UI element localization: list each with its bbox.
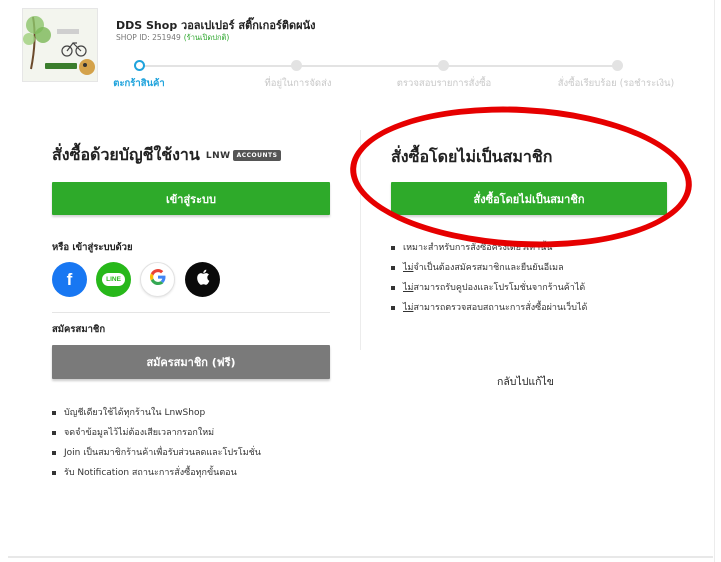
annotation-ellipse bbox=[346, 98, 696, 256]
step-dot-review bbox=[438, 60, 449, 71]
list-item: ไม่สามารถตรวจสอบสถานะการสั่งซื้อผ่านเว็บ… bbox=[391, 298, 587, 318]
step-label-address: ที่อยู่ในการจัดส่ง bbox=[264, 78, 332, 89]
member-benefits-list: บัญชีเดียวใช้ได้ทุกร้านใน LnwShop จดจำข้… bbox=[52, 403, 261, 483]
page-right-border bbox=[714, 0, 715, 562]
step-label-cart[interactable]: ตะกร้าสินค้า bbox=[113, 76, 164, 91]
guest-checkout-button[interactable]: สั่งซื้อโดยไม่เป็นสมาชิก bbox=[391, 182, 667, 215]
list-item: บัญชีเดียวใช้ได้ทุกร้านใน LnwShop bbox=[52, 403, 261, 423]
stepper-track bbox=[140, 65, 618, 67]
guest-notes-list: เหมาะสำหรับการสั่งซื้อครั้งเดียวเท่านั้น… bbox=[391, 238, 587, 318]
list-item: ไม่สามารถรับคูปองและโปรโมชั่นจากร้านค้าไ… bbox=[391, 278, 587, 298]
line-icon: LINE bbox=[102, 273, 125, 286]
checkout-page: DDS Shop วอลเปเปอร์ สติ๊กเกอร์ติดผนัง SH… bbox=[0, 0, 721, 562]
shop-logo[interactable] bbox=[22, 8, 98, 82]
step-label-complete: สั่งซื้อเรียบร้อย (รอชำระเงิน) bbox=[557, 78, 675, 89]
page-bottom-border bbox=[8, 556, 713, 558]
step-dot-complete bbox=[612, 60, 623, 71]
shop-id: SHOP ID: 251949 (ร้านเปิดปกติ) bbox=[116, 32, 229, 44]
step-dot-address bbox=[291, 60, 302, 71]
facebook-icon: f bbox=[66, 269, 73, 289]
google-icon bbox=[149, 269, 166, 290]
lnw-accounts-logo: LNW ACCOUNTS bbox=[206, 150, 282, 162]
divider bbox=[52, 312, 330, 313]
list-item: เหมาะสำหรับการสั่งซื้อครั้งเดียวเท่านั้น bbox=[391, 238, 587, 258]
line-login-button[interactable]: LINE bbox=[96, 262, 131, 297]
back-to-edit-link[interactable]: กลับไปแก้ไข bbox=[497, 373, 554, 390]
or-login-with-label: หรือ เข้าสู่ระบบด้วย bbox=[52, 242, 133, 253]
list-item: Join เป็นสมาชิกร้านค้าเพื่อรับส่วนลดและโ… bbox=[52, 443, 261, 463]
step-dot-cart bbox=[134, 60, 145, 71]
shop-status: (ร้านเปิดปกติ) bbox=[183, 33, 230, 42]
shop-id-label: SHOP ID: 251949 bbox=[116, 33, 181, 42]
facebook-login-button[interactable]: f bbox=[52, 262, 87, 297]
member-checkout-title-text: สั่งซื้อด้วยบัญชีใช้งาน bbox=[52, 145, 200, 164]
guest-checkout-title: สั่งซื้อโดยไม่เป็นสมาชิก bbox=[391, 147, 553, 166]
google-login-button[interactable] bbox=[140, 262, 175, 297]
signup-button[interactable]: สมัครสมาชิก (ฟรี) bbox=[52, 345, 330, 379]
list-item: รับ Notification สถานะการสั่งซื้อทุกขั้น… bbox=[52, 463, 261, 483]
apple-icon bbox=[196, 269, 210, 290]
list-item: จดจำข้อมูลไว้ไม่ต้องเสียเวลากรอกใหม่ bbox=[52, 423, 261, 443]
lnw-brand-text: LNW bbox=[205, 150, 231, 161]
member-checkout-title: สั่งซื้อด้วยบัญชีใช้งาน LNW ACCOUNTS bbox=[52, 143, 282, 168]
apple-login-button[interactable] bbox=[185, 262, 220, 297]
signup-label: สมัครสมาชิก bbox=[52, 324, 106, 335]
lnw-brand-tag: ACCOUNTS bbox=[232, 150, 282, 161]
step-label-review: ตรวจสอบรายการสั่งซื้อ bbox=[396, 78, 492, 89]
list-item: ไม่จำเป็นต้องสมัครสมาชิกและยืนยันอีเมล bbox=[391, 258, 587, 278]
login-button[interactable]: เข้าสู่ระบบ bbox=[52, 182, 330, 215]
column-divider bbox=[360, 130, 361, 350]
